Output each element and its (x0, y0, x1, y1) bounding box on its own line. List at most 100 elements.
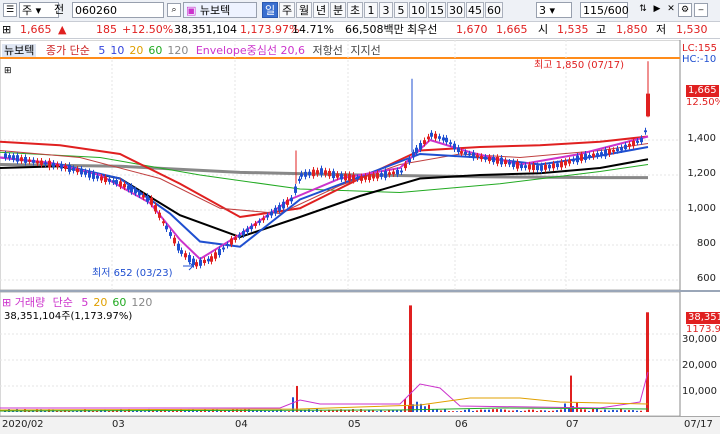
candle-body (604, 149, 607, 157)
candle-body (528, 164, 531, 170)
arrow-icon[interactable]: ▶ (650, 3, 664, 17)
candle-body (246, 228, 249, 233)
candle-body (336, 173, 339, 178)
period-tab-4[interactable]: 분 (330, 2, 346, 18)
period-tab-5[interactable]: 초 (347, 2, 363, 18)
menu-icon[interactable]: ☰ (3, 3, 17, 17)
candle-body (548, 164, 551, 169)
interval-button-7[interactable]: 60 (485, 2, 503, 18)
candle-body (430, 132, 433, 137)
interval-button-4[interactable]: 15 (428, 2, 446, 18)
volume-bar (416, 401, 418, 412)
candle-body (8, 155, 11, 159)
candle-body (540, 165, 543, 171)
search-icon[interactable]: ⌕ (167, 3, 181, 17)
candle-body (278, 205, 281, 211)
candle-body (620, 147, 623, 151)
candle-body (544, 164, 547, 170)
market-mode[interactable]: 전 (52, 2, 72, 18)
open-label: 시 (538, 23, 549, 36)
interval-select[interactable]: 3 ▾ (536, 2, 572, 18)
period-tab-0[interactable]: 일 (262, 2, 278, 18)
period-tab-3[interactable]: 년 (313, 2, 329, 18)
candle-body (40, 160, 43, 165)
chart-options-icon[interactable]: ⊞ (4, 66, 12, 76)
candle-body (445, 137, 448, 143)
candle-body (112, 180, 115, 183)
expand-icon[interactable]: ⊞ (2, 22, 11, 38)
candle-body (572, 159, 575, 162)
candle-body (560, 161, 563, 168)
candle-body (298, 178, 301, 181)
volume-bar (476, 410, 478, 412)
candle-body (32, 159, 35, 163)
volume-bar (488, 409, 490, 412)
candle-body (536, 165, 539, 171)
minimize-icon[interactable]: ‒ (694, 3, 708, 17)
price-ma-list: 5 10 20 60 120 (93, 44, 188, 57)
volume-current: 38,351,104주(1,173.97%) (4, 311, 133, 322)
candle-body (184, 253, 187, 258)
candle-body (352, 174, 355, 181)
current-price-tag: 1,665 (686, 85, 719, 97)
interval-button-5[interactable]: 30 (447, 2, 465, 18)
tools-icon[interactable]: ✕ (664, 3, 678, 17)
candle-body (242, 230, 245, 236)
volume-bar (268, 411, 270, 412)
price-ma-1: 10 (110, 44, 125, 57)
period-tab-1[interactable]: 주 (279, 2, 295, 18)
candle-body (199, 259, 202, 266)
volume-bar (512, 410, 514, 412)
volume-chart-pane[interactable]: ⊞ 거래량 단순 5 20 60 120 38,351,104주(1,173.97%)… (0, 291, 720, 417)
candle-body (328, 170, 331, 177)
volume-bar (516, 410, 518, 412)
candle-body (380, 173, 383, 177)
interval-button-1[interactable]: 3 (379, 2, 393, 18)
volume-bar (536, 411, 538, 412)
date-axis[interactable]: 2020/02 03 04 05 06 07 07/17 (0, 416, 720, 434)
candle-body (4, 153, 7, 159)
interval-button-6[interactable]: 45 (466, 2, 484, 18)
candle-body (419, 143, 422, 150)
candle-body (127, 185, 130, 190)
interval-button-2[interactable]: 5 (394, 2, 408, 18)
interval-button-0[interactable]: 1 (364, 2, 378, 18)
volume-spike-june (570, 375, 572, 412)
volume-bar (588, 410, 590, 412)
candle-body (576, 155, 579, 163)
candle-body (270, 211, 273, 216)
volume-bar (144, 411, 146, 412)
price-chart-pane[interactable]: 뉴보텍 종가 단순 5 10 20 60 120 Envelope중심선 20,6 저항… (0, 39, 720, 291)
code-input[interactable]: 060260 (72, 2, 164, 18)
stock-name-field[interactable]: ▣ 뉴보텍 (183, 2, 257, 18)
candle-body (388, 172, 391, 175)
interval-button-3[interactable]: 10 (409, 2, 427, 18)
gear-icon[interactable]: ⚙ (678, 3, 692, 17)
period-tab-2[interactable]: 월 (296, 2, 312, 18)
candle-body (644, 130, 647, 133)
high-value: 1,850 (616, 23, 648, 36)
candle-body (123, 184, 126, 188)
price-legend-prefix: 종가 단순 (45, 44, 90, 57)
candle-body (84, 171, 87, 175)
page-count-field[interactable]: 115/600 (580, 2, 629, 18)
volume-bar (572, 406, 574, 412)
low-label: 저 (656, 23, 667, 36)
candle-body (100, 176, 103, 181)
candle-body (56, 164, 59, 167)
change-pct: +12.50% (122, 23, 174, 36)
chart-settings-icon[interactable]: ⇅ (636, 3, 650, 17)
low-note: 최저 652 (03/23) (92, 268, 173, 279)
candle-body (266, 215, 269, 218)
candle-body (180, 250, 183, 254)
price-chart[interactable] (0, 39, 720, 291)
candle-body (308, 171, 311, 176)
support-label: 지지선 (350, 44, 381, 57)
candle-body (612, 149, 615, 152)
stock-icon: ▣ (186, 4, 197, 17)
high-label: 고 (596, 23, 607, 36)
volume-bar (168, 411, 170, 412)
candle-body (324, 170, 327, 175)
candle-body (472, 152, 475, 159)
candle-body (80, 168, 83, 175)
